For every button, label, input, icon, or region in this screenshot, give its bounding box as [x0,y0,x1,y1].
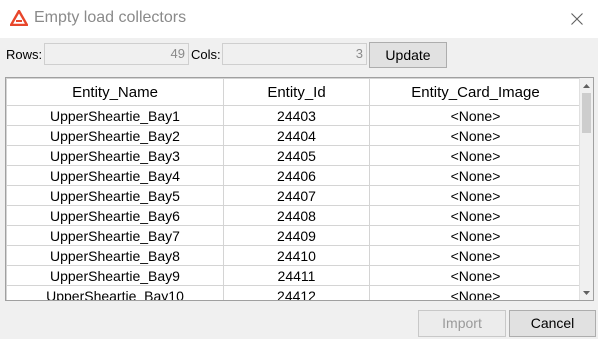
entity-id-cell[interactable]: 24406 [223,165,370,186]
entity-name-cell[interactable]: UpperSheartie_Bay4 [6,165,224,186]
column-header-entity-card-image[interactable]: Entity_Card_Image [369,78,582,106]
entity-card-image-cell[interactable]: <None> [369,285,582,300]
entity-card-image-cell[interactable]: <None> [369,225,582,246]
cols-label: Cols: [191,47,221,62]
entity-card-image-cell[interactable]: <None> [369,265,582,286]
table-row[interactable]: UpperSheartie_Bay9 24411 <None> [6,265,582,286]
entity-card-image-cell[interactable]: <None> [369,125,582,146]
caret-down-icon [583,290,590,295]
vertical-scrollbar[interactable] [579,78,593,300]
entity-id-cell[interactable]: 24412 [223,285,370,300]
entity-name-cell[interactable]: UpperSheartie_Bay8 [6,245,224,266]
table-row[interactable]: UpperSheartie_Bay6 24408 <None> [6,205,582,226]
entity-id-cell[interactable]: 24409 [223,225,370,246]
import-button[interactable]: Import [418,310,506,337]
scroll-down-arrow[interactable] [580,286,593,299]
entity-name-cell[interactable]: UpperSheartie_Bay3 [6,145,224,166]
cols-field[interactable]: 3 [222,43,367,65]
table-row[interactable]: UpperSheartie_Bay1 24403 <None> [6,105,582,126]
entity-card-image-cell[interactable]: <None> [369,105,582,126]
caret-up-icon [583,83,590,88]
entity-name-cell[interactable]: UpperSheartie_Bay10 [6,285,224,300]
entity-id-cell[interactable]: 24407 [223,185,370,206]
title-bar: Empty load collectors [0,0,598,38]
close-icon [571,13,583,25]
table-row[interactable]: UpperSheartie_Bay3 24405 <None> [6,145,582,166]
entity-name-cell[interactable]: UpperSheartie_Bay9 [6,265,224,286]
entity-id-cell[interactable]: 24404 [223,125,370,146]
entity-card-image-cell[interactable]: <None> [369,145,582,166]
entity-name-cell[interactable]: UpperSheartie_Bay5 [6,185,224,206]
entity-id-cell[interactable]: 24411 [223,265,370,286]
altair-logo-icon [10,10,28,26]
table-row[interactable]: UpperSheartie_Bay4 24406 <None> [6,165,582,186]
entity-name-cell[interactable]: UpperSheartie_Bay7 [6,225,224,246]
table-row[interactable]: UpperSheartie_Bay2 24404 <None> [6,125,582,146]
entity-card-image-cell[interactable]: <None> [369,165,582,186]
table-row[interactable]: UpperSheartie_Bay10 24412 <None> [6,285,582,300]
entity-table: Entity_Name Entity_Id Entity_Card_Image … [5,77,594,301]
entity-name-cell[interactable]: UpperSheartie_Bay6 [6,205,224,226]
entity-card-image-cell[interactable]: <None> [369,205,582,226]
scroll-up-arrow[interactable] [580,79,593,92]
entity-card-image-cell[interactable]: <None> [369,245,582,266]
close-button[interactable] [562,6,592,32]
window-title: Empty load collectors [34,9,187,26]
column-header-entity-id[interactable]: Entity_Id [223,78,370,106]
table-header-row: Entity_Name Entity_Id Entity_Card_Image [6,78,582,106]
cancel-button[interactable]: Cancel [509,310,596,337]
entity-id-cell[interactable]: 24410 [223,245,370,266]
entity-id-cell[interactable]: 24408 [223,205,370,226]
entity-name-cell[interactable]: UpperSheartie_Bay2 [6,125,224,146]
rows-field[interactable]: 49 [44,43,189,65]
table-row[interactable]: UpperSheartie_Bay5 24407 <None> [6,185,582,206]
entity-name-cell[interactable]: UpperSheartie_Bay1 [6,105,224,126]
entity-id-cell[interactable]: 24405 [223,145,370,166]
update-button[interactable]: Update [369,42,447,68]
entity-id-cell[interactable]: 24403 [223,105,370,126]
column-header-entity-name[interactable]: Entity_Name [6,78,224,106]
scroll-thumb[interactable] [582,93,591,133]
rows-label: Rows: [6,47,43,62]
entity-card-image-cell[interactable]: <None> [369,185,582,206]
table-row[interactable]: UpperSheartie_Bay8 24410 <None> [6,245,582,266]
table-row[interactable]: UpperSheartie_Bay7 24409 <None> [6,225,582,246]
